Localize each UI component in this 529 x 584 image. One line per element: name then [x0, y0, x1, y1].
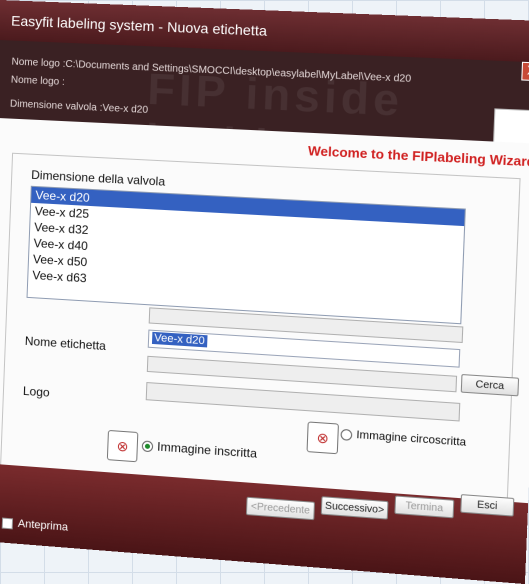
close-button[interactable]: X [521, 62, 529, 82]
preview-checkbox-box[interactable] [2, 517, 13, 529]
valve-inscribed-icon[interactable]: ⊗ [107, 430, 139, 462]
label-name-value: Vee-x d20 [152, 332, 207, 348]
radio-dot-on[interactable] [142, 441, 154, 453]
previous-button[interactable]: <Precedente [246, 497, 315, 520]
search-button[interactable]: Cerca [461, 374, 519, 396]
logo-name-text: Nome logo : [11, 75, 65, 88]
window-title: Easyfit labeling system - Nuova etichett… [11, 12, 267, 38]
next-button[interactable]: Successivo> [321, 496, 389, 519]
valve-circumscribed-icon[interactable]: ⊗ [307, 421, 339, 454]
logo-label: Logo [23, 384, 50, 400]
radio-dot-off[interactable] [340, 428, 352, 440]
exit-button[interactable]: Esci [460, 494, 514, 517]
wizard-window: Easyfit labeling system - Nuova etichett… [0, 0, 529, 584]
valve-size-text: Dimensione valvola :Vee-x d20 [10, 99, 149, 116]
